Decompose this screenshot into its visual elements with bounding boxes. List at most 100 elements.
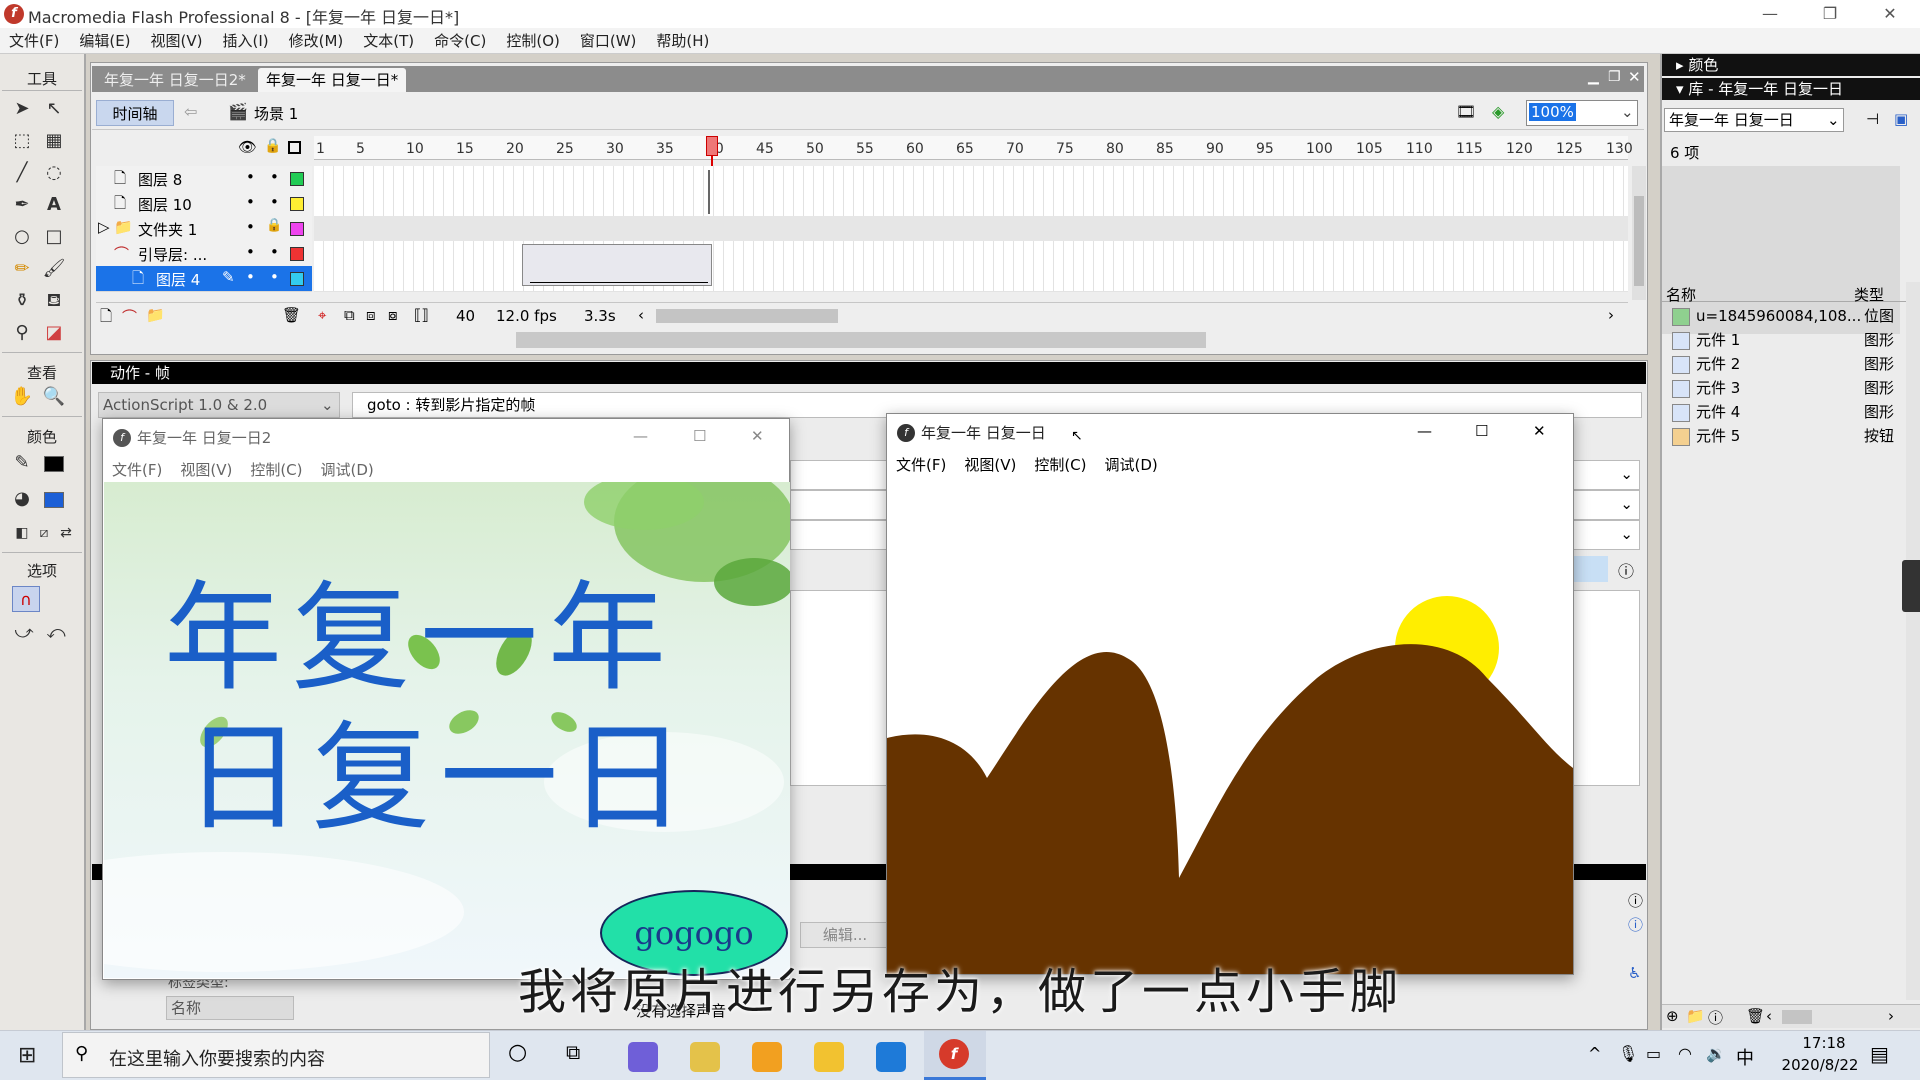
- new-library-icon[interactable]: ▣: [1894, 110, 1908, 128]
- doc-close-icon[interactable]: ✕: [1628, 68, 1641, 86]
- layer-color-swatch[interactable]: [290, 272, 304, 286]
- brush-tool-icon[interactable]: 🖌: [40, 256, 68, 282]
- line-tool-icon[interactable]: ╱: [8, 160, 36, 186]
- lock-icon[interactable]: 🔒: [266, 218, 282, 233]
- menu-file[interactable]: 文件(F): [887, 452, 955, 478]
- menu-view[interactable]: 视图(V): [142, 28, 214, 54]
- hscroll-thumb[interactable]: [656, 309, 838, 323]
- library-doc-select[interactable]: 年复一年 日复一日 ⌄: [1664, 108, 1844, 132]
- add-folder-icon[interactable]: 📁: [146, 306, 165, 324]
- text-tool-icon[interactable]: A: [40, 192, 68, 218]
- app-icon-1[interactable]: [628, 1042, 658, 1072]
- doc-restore-icon[interactable]: ❐: [1608, 69, 1621, 85]
- expand-triangle-icon[interactable]: ▷: [98, 218, 110, 236]
- lock-icon[interactable]: 🔒: [264, 138, 281, 154]
- lock-dot[interactable]: •: [270, 193, 279, 211]
- zoom-tool-icon[interactable]: 🔍: [40, 384, 68, 410]
- minimize-button[interactable]: —: [633, 427, 648, 445]
- subselect-tool-icon[interactable]: ↖: [40, 96, 68, 122]
- swap-colors-icon[interactable]: ⇄: [52, 520, 80, 546]
- close-button[interactable]: ✕: [751, 427, 764, 445]
- layer-row[interactable]: 🗋 图层 8 • •: [96, 166, 312, 192]
- hscroll-thumb[interactable]: [1782, 1010, 1812, 1024]
- folder-row[interactable]: ▷ 📁 文件夹 1 • 🔒: [96, 216, 312, 242]
- library-item[interactable]: 元件 3 图形: [1666, 376, 1916, 400]
- scroll-left-icon[interactable]: ‹: [638, 306, 644, 324]
- notification-icon[interactable]: ▤: [1870, 1042, 1889, 1066]
- close-button[interactable]: ✕: [1533, 422, 1546, 440]
- clock-time[interactable]: 17:18: [1784, 1034, 1864, 1052]
- onion-markers-icon[interactable]: ⟦⟧: [414, 306, 429, 324]
- onion-outline-icon[interactable]: ⧈: [366, 306, 376, 324]
- delete-layer-icon[interactable]: 🗑: [282, 306, 301, 324]
- eraser-tool-icon[interactable]: ◪: [40, 320, 68, 346]
- microphone-icon[interactable]: 🎙: [1618, 1044, 1638, 1063]
- outline-icon[interactable]: [288, 141, 301, 154]
- pencil-tool-icon[interactable]: ✏: [8, 256, 36, 282]
- timeline-toggle-button[interactable]: 时间轴: [96, 100, 174, 126]
- visibility-dot[interactable]: •: [246, 193, 255, 211]
- column-type[interactable]: 类型: [1854, 284, 1884, 305]
- doc-minimize-icon[interactable]: ▁: [1588, 69, 1599, 85]
- taskbar-search[interactable]: ⚲ 在这里输入你要搜索的内容: [62, 1032, 490, 1078]
- library-item[interactable]: 元件 2 图形: [1666, 352, 1916, 376]
- stage-hscroll[interactable]: [516, 332, 1206, 348]
- magnet-snap-icon[interactable]: ∩: [12, 586, 40, 612]
- edit-scene-icon[interactable]: 🎞: [1456, 102, 1476, 121]
- add-guide-icon[interactable]: ⌒: [122, 306, 137, 327]
- column-name[interactable]: 名称: [1666, 284, 1696, 305]
- menu-view[interactable]: 视图(V): [955, 452, 1025, 478]
- actionscript-version-select[interactable]: ActionScript 1.0 & 2.0 ⌄: [98, 392, 340, 418]
- lasso-tool-icon[interactable]: ◌: [40, 160, 68, 186]
- layer-color-swatch[interactable]: [290, 172, 304, 186]
- minimize-button[interactable]: —: [1742, 0, 1798, 28]
- volume-icon[interactable]: 🔉: [1706, 1044, 1726, 1063]
- zoom-select[interactable]: 100% ⌄: [1526, 100, 1638, 126]
- ime-indicator[interactable]: 中: [1736, 1044, 1754, 1070]
- eyedropper-icon[interactable]: ⚲: [8, 320, 36, 346]
- minimize-button[interactable]: —: [1417, 422, 1432, 440]
- menu-edit[interactable]: 编辑(E): [70, 28, 141, 54]
- add-layer-icon[interactable]: 🗋: [100, 306, 112, 331]
- visibility-dot[interactable]: •: [246, 243, 255, 261]
- color-panel-header[interactable]: ▸ 颜色: [1662, 54, 1920, 76]
- menu-file[interactable]: 文件(F): [103, 457, 171, 483]
- stroke-color-icon[interactable]: ✎: [8, 450, 36, 476]
- edit-multiple-icon[interactable]: ⧇: [388, 306, 398, 324]
- center-frame-icon[interactable]: ⌖: [318, 306, 326, 324]
- wifi-icon[interactable]: ◠: [1678, 1044, 1692, 1063]
- help-icon[interactable]: ⓘ: [1618, 558, 1634, 582]
- oval-tool-icon[interactable]: ○: [8, 224, 36, 250]
- help-icon[interactable]: ⓘ: [1628, 890, 1643, 911]
- guide-layer-row[interactable]: ⌒ 引导层: ... • •: [96, 241, 312, 267]
- stroke-color-swatch[interactable]: [44, 456, 64, 472]
- clock-date[interactable]: 2020/8/22: [1768, 1056, 1872, 1074]
- menu-control[interactable]: 控制(C): [1025, 452, 1095, 478]
- fill-color-swatch[interactable]: [44, 492, 64, 508]
- lock-dot[interactable]: •: [270, 268, 279, 286]
- library-panel-header[interactable]: ▾ 库 - 年复一年 日复一日: [1662, 78, 1920, 100]
- file-explorer-icon[interactable]: [814, 1042, 844, 1072]
- menu-control[interactable]: 控制(O): [497, 28, 571, 54]
- menu-help[interactable]: 帮助(H): [647, 28, 720, 54]
- maximize-button[interactable]: ☐: [693, 427, 706, 445]
- menu-insert[interactable]: 插入(I): [214, 28, 280, 54]
- menu-window[interactable]: 窗口(W): [571, 28, 648, 54]
- ink-bottle-icon[interactable]: ⚱: [8, 288, 36, 314]
- pen-tool-icon[interactable]: ✒: [8, 192, 36, 218]
- layer-color-swatch[interactable]: [290, 222, 304, 236]
- library-vscroll[interactable]: [1906, 282, 1920, 1000]
- paint-bucket-icon[interactable]: ⛾: [40, 288, 68, 314]
- onion-skin-icon[interactable]: ⧉: [344, 306, 355, 324]
- library-item[interactable]: 元件 5 按钮: [1666, 424, 1916, 448]
- smooth-icon[interactable]: ⤻: [10, 620, 38, 646]
- flash-taskbar-item[interactable]: f: [924, 1031, 986, 1080]
- layer-color-swatch[interactable]: [290, 197, 304, 211]
- menu-text[interactable]: 文本(T): [354, 28, 425, 54]
- playhead[interactable]: [706, 136, 718, 156]
- visibility-dot[interactable]: •: [246, 268, 255, 286]
- lock-dot[interactable]: •: [270, 243, 279, 261]
- pin-icon[interactable]: ⊣: [1866, 110, 1879, 128]
- cortana-icon[interactable]: ○: [508, 1040, 527, 1065]
- app-icon-5[interactable]: [876, 1042, 906, 1072]
